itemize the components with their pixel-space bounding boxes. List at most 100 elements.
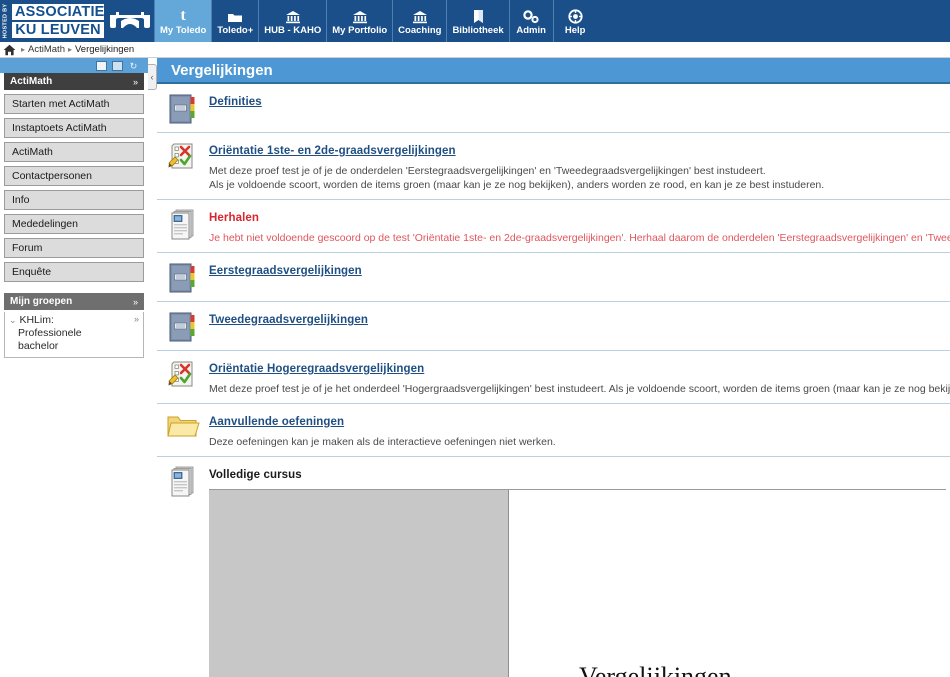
content-item-title[interactable]: Aanvullende oefeningen bbox=[209, 416, 344, 428]
sidebar-item-mededelingen[interactable]: Mededelingen bbox=[4, 214, 144, 234]
course-menu-sidebar: ↻ ActiMath » Starten met ActiMath Instap… bbox=[0, 58, 148, 677]
content-item-title[interactable]: Tweedegraadsvergelijkingen bbox=[209, 314, 368, 326]
sidebar-group-item-line2: Professionele bbox=[18, 327, 82, 339]
sidebar-item-info[interactable]: Info bbox=[4, 190, 144, 210]
content-item-desc-line: Je hebt niet voldoende gescoord op de te… bbox=[209, 232, 950, 244]
chevron-right-icon[interactable]: » bbox=[133, 297, 138, 307]
sidebar-item-enquete[interactable]: Enquête bbox=[4, 262, 144, 282]
content-area: Vergelijkingen Definities Oriëntatie 1st… bbox=[157, 58, 950, 677]
nav-tab-label: Coaching bbox=[398, 24, 442, 36]
nav-tab-help[interactable]: Help bbox=[552, 0, 597, 42]
sidebar-item-actimath[interactable]: ActiMath bbox=[4, 142, 144, 162]
chevron-right-icon[interactable]: » bbox=[134, 314, 139, 324]
embedded-document-viewer[interactable]: Vergelijkingen bbox=[209, 489, 946, 677]
content-item-orientatie-hogeregraads[interactable]: Oriëntatie Hogeregraadsvergelijkingen Me… bbox=[157, 351, 950, 404]
hosted-by-text: HOSTED BY bbox=[2, 3, 9, 39]
content-item-title: Volledige cursus bbox=[209, 469, 302, 481]
breadcrumb-item-actimath[interactable]: ActiMath bbox=[28, 44, 65, 55]
content-item-definities[interactable]: Definities bbox=[157, 84, 950, 133]
sidebar-group-list: ⌄ KHLim: » Professionele bachelor bbox=[4, 312, 144, 358]
chevron-right-icon[interactable]: » bbox=[133, 77, 138, 87]
sidebar-item-label: Starten met ActiMath bbox=[12, 98, 110, 110]
associatie-ku-leuven-logo[interactable]: ASSOCIATIE KU LEUVEN bbox=[11, 0, 106, 42]
content-item-orientatie-1ste-2de[interactable]: Oriëntatie 1ste- en 2de-graadsvergelijki… bbox=[157, 133, 950, 200]
nav-tab-label: Bibliotheek bbox=[452, 24, 504, 36]
content-item-aanvullende-oefeningen[interactable]: Aanvullende oefeningen Deze oefeningen k… bbox=[157, 404, 950, 457]
sidebar-item-forum[interactable]: Forum bbox=[4, 238, 144, 258]
chevron-down-icon: ⌄ bbox=[9, 315, 17, 325]
quiz-checklist-icon bbox=[157, 359, 209, 396]
sidebar-item-label: Enquête bbox=[12, 266, 52, 278]
content-item-herhalen: Herhalen Je hebt niet voldoende gescoord… bbox=[157, 200, 950, 253]
sidebar-group-header-mijn-groepen[interactable]: Mijn groepen » bbox=[4, 293, 144, 310]
content-item-desc-line: Als je voldoende scoort, worden de items… bbox=[209, 179, 825, 191]
sidebar-item-label: Info bbox=[12, 194, 30, 206]
content-item-title[interactable]: Definities bbox=[209, 96, 262, 108]
institution-icon bbox=[352, 7, 368, 24]
nav-tab-toledo-plus[interactable]: Toledo+ bbox=[211, 0, 259, 42]
breadcrumb-item-vergelijkingen[interactable]: Vergelijkingen bbox=[75, 44, 134, 55]
detach-window-icon[interactable] bbox=[112, 60, 123, 71]
sidebar-item-label: Instaptoets ActiMath bbox=[12, 122, 107, 134]
nav-tab-label: Toledo+ bbox=[217, 24, 254, 36]
sidebar-item-label: Mededelingen bbox=[12, 218, 78, 230]
sidebar-item-contactpersonen[interactable]: Contactpersonen bbox=[4, 166, 144, 186]
content-item-title[interactable]: Oriëntatie Hogeregraadsvergelijkingen bbox=[209, 363, 424, 375]
breadcrumb-separator: ▸ bbox=[21, 45, 26, 54]
sidebar-group-item-line3: bachelor bbox=[18, 340, 59, 352]
document-stack-icon bbox=[157, 208, 209, 245]
content-item-title[interactable]: Oriëntatie 1ste- en 2de-graadsvergelijki… bbox=[209, 145, 456, 157]
nav-tab-label: My Portfolio bbox=[332, 24, 388, 36]
gears-icon bbox=[522, 7, 540, 24]
breadcrumb-separator: ▸ bbox=[67, 45, 72, 54]
document-stack-icon bbox=[157, 465, 209, 677]
toledo-bridge-logo-icon[interactable] bbox=[106, 0, 154, 42]
nav-tab-label: Help bbox=[564, 24, 586, 36]
content-item-eerstegraadsvergelijkingen[interactable]: Eerstegraadsvergelijkingen bbox=[157, 253, 950, 302]
page-body: ↻ ActiMath » Starten met ActiMath Instap… bbox=[0, 58, 950, 677]
content-item-tweedegraadsvergelijkingen[interactable]: Tweedegraadsvergelijkingen bbox=[157, 302, 950, 351]
lifebuoy-icon bbox=[568, 7, 583, 24]
content-item-desc-line: Deze oefeningen kan je maken als de inte… bbox=[209, 436, 556, 448]
institution-icon bbox=[412, 7, 428, 24]
nav-tab-label: Admin bbox=[516, 24, 546, 36]
minimize-panel-icon[interactable] bbox=[96, 60, 107, 71]
institution-icon bbox=[285, 7, 301, 24]
nav-tab-hub-kaho[interactable]: HUB - KAHO bbox=[258, 0, 327, 42]
nav-tab-my-portfolio[interactable]: My Portfolio bbox=[326, 0, 393, 42]
sidebar-group-item-khlim[interactable]: ⌄ KHLim: » bbox=[9, 314, 139, 327]
nav-tab-coaching[interactable]: Coaching bbox=[392, 0, 447, 42]
sidebar-controls-bar: ↻ bbox=[0, 58, 148, 73]
sidebar-item-starten-met-actimath[interactable]: Starten met ActiMath bbox=[4, 94, 144, 114]
content-item-desc-line: Met deze proef test je of je de onderdel… bbox=[209, 165, 766, 177]
home-icon[interactable] bbox=[3, 44, 16, 56]
sidebar-item-label: ActiMath bbox=[12, 146, 53, 158]
quiz-checklist-icon bbox=[157, 141, 209, 192]
t-letter-icon: t bbox=[180, 6, 186, 24]
folder-icon bbox=[227, 7, 243, 24]
nav-tab-label: My Toledo bbox=[160, 24, 207, 36]
blue-book-icon bbox=[157, 310, 209, 343]
blue-book-icon bbox=[157, 261, 209, 294]
sidebar-item-instaptoets-actimath[interactable]: Instaptoets ActiMath bbox=[4, 118, 144, 138]
sidebar-group-header-actimath[interactable]: ActiMath » bbox=[4, 73, 144, 90]
nav-tab-admin[interactable]: Admin bbox=[508, 0, 553, 42]
top-header-bar: HOSTED BY ASSOCIATIE KU LEUVEN t My Tole… bbox=[0, 0, 950, 42]
sidebar-group-title: Mijn groepen bbox=[10, 296, 73, 307]
content-item-desc-line: Met deze proef test je of je het onderde… bbox=[209, 383, 950, 395]
document-page[interactable]: Vergelijkingen bbox=[509, 490, 946, 677]
sidebar-item-label: Contactpersonen bbox=[12, 170, 92, 182]
sidebar-group-title: ActiMath bbox=[10, 76, 53, 87]
logo-line-associatie: ASSOCIATIE bbox=[12, 4, 104, 20]
nav-tab-my-toledo[interactable]: t My Toledo bbox=[154, 0, 212, 42]
sidebar-group-item-label: KHLim: bbox=[19, 314, 54, 326]
sidebar-collapse-button[interactable]: ‹ bbox=[148, 64, 157, 90]
nav-tab-bibliotheek[interactable]: Bibliotheek bbox=[446, 0, 509, 42]
page-title: Vergelijkingen bbox=[157, 58, 950, 84]
content-item-title: Herhalen bbox=[209, 212, 260, 224]
sidebar-item-label: Forum bbox=[12, 242, 43, 254]
document-thumbnail-pane[interactable] bbox=[209, 490, 509, 677]
refresh-icon[interactable]: ↻ bbox=[128, 61, 139, 71]
breadcrumb: ▸ ActiMath ▸ Vergelijkingen bbox=[0, 42, 950, 58]
content-item-title[interactable]: Eerstegraadsvergelijkingen bbox=[209, 265, 362, 277]
